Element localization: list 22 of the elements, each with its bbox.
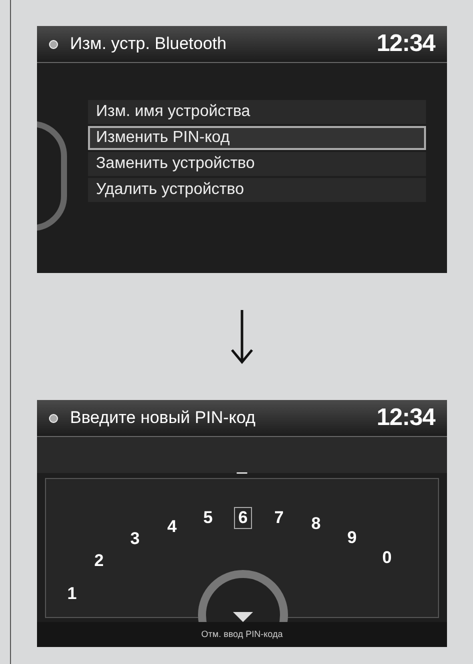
digit-key[interactable]: 8 [307, 513, 325, 535]
screen-title: Изм. устр. Bluetooth [70, 33, 226, 56]
screen-title: Введите новый PIN-код [70, 407, 256, 430]
menu-item[interactable]: Изм. имя устройства [88, 100, 426, 124]
digit-key[interactable]: 5 [199, 507, 217, 529]
digit-key[interactable]: 1 [63, 583, 81, 605]
menu-item[interactable]: Заменить устройство [88, 152, 426, 176]
digit-key[interactable]: 7 [270, 507, 288, 529]
hint-text: Отм. ввод PIN-кода [201, 628, 283, 641]
digit-key[interactable]: 6 [234, 507, 252, 529]
digit-key[interactable]: 0 [378, 547, 396, 569]
clock: 12:34 [376, 403, 435, 433]
pin-entry-cursor: _ [236, 455, 247, 473]
clock: 12:34 [376, 29, 435, 59]
digit-key[interactable]: 4 [163, 516, 181, 538]
digit-key[interactable]: 2 [90, 550, 108, 572]
menu-item[interactable]: Удалить устройство [88, 178, 426, 202]
menu-item[interactable]: Изменить PIN-код [88, 126, 426, 150]
digit-key[interactable]: 9 [343, 527, 361, 549]
down-triangle-icon [233, 612, 253, 622]
digit-key[interactable]: 3 [126, 528, 144, 550]
down-arrow-icon [230, 310, 254, 364]
